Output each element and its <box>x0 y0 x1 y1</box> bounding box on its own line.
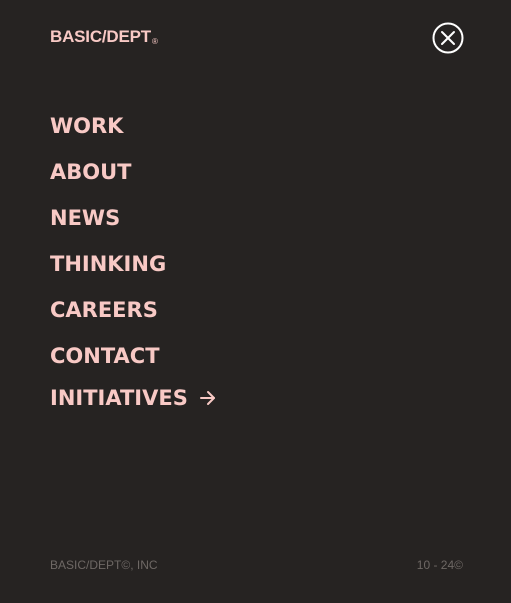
close-button[interactable] <box>432 22 464 54</box>
nav-item-label: NEWS <box>50 206 121 230</box>
nav-item-label: INITIATIVES <box>50 386 188 410</box>
nav-item-careers[interactable]: CAREERS <box>50 297 218 343</box>
close-circle-icon <box>432 22 464 54</box>
nav-item-initiatives[interactable]: INITIATIVES <box>50 385 218 411</box>
nav-item-label: WORK <box>50 114 124 138</box>
footer-company: BASIC/DEPT©, INC <box>50 558 158 572</box>
nav-item-label: CONTACT <box>50 344 160 368</box>
nav-item-contact[interactable]: CONTACT <box>50 343 218 389</box>
nav-item-thinking[interactable]: THINKING <box>50 251 218 297</box>
nav-item-label: CAREERS <box>50 298 158 322</box>
main-nav: WORK ABOUT NEWS THINKING CAREERS CONTACT… <box>50 113 218 411</box>
nav-item-work[interactable]: WORK <box>50 113 218 159</box>
nav-item-label: THINKING <box>50 252 167 276</box>
footer-years: 10 - 24© <box>416 558 463 572</box>
arrow-right-icon <box>199 391 215 405</box>
nav-item-about[interactable]: ABOUT <box>50 159 218 205</box>
logo[interactable]: BASIC/DEPT® <box>50 27 158 52</box>
logo-text: BASIC/DEPT <box>50 27 151 46</box>
nav-item-label: ABOUT <box>50 160 132 184</box>
logo-registered-mark: ® <box>151 37 158 46</box>
nav-item-news[interactable]: NEWS <box>50 205 218 251</box>
